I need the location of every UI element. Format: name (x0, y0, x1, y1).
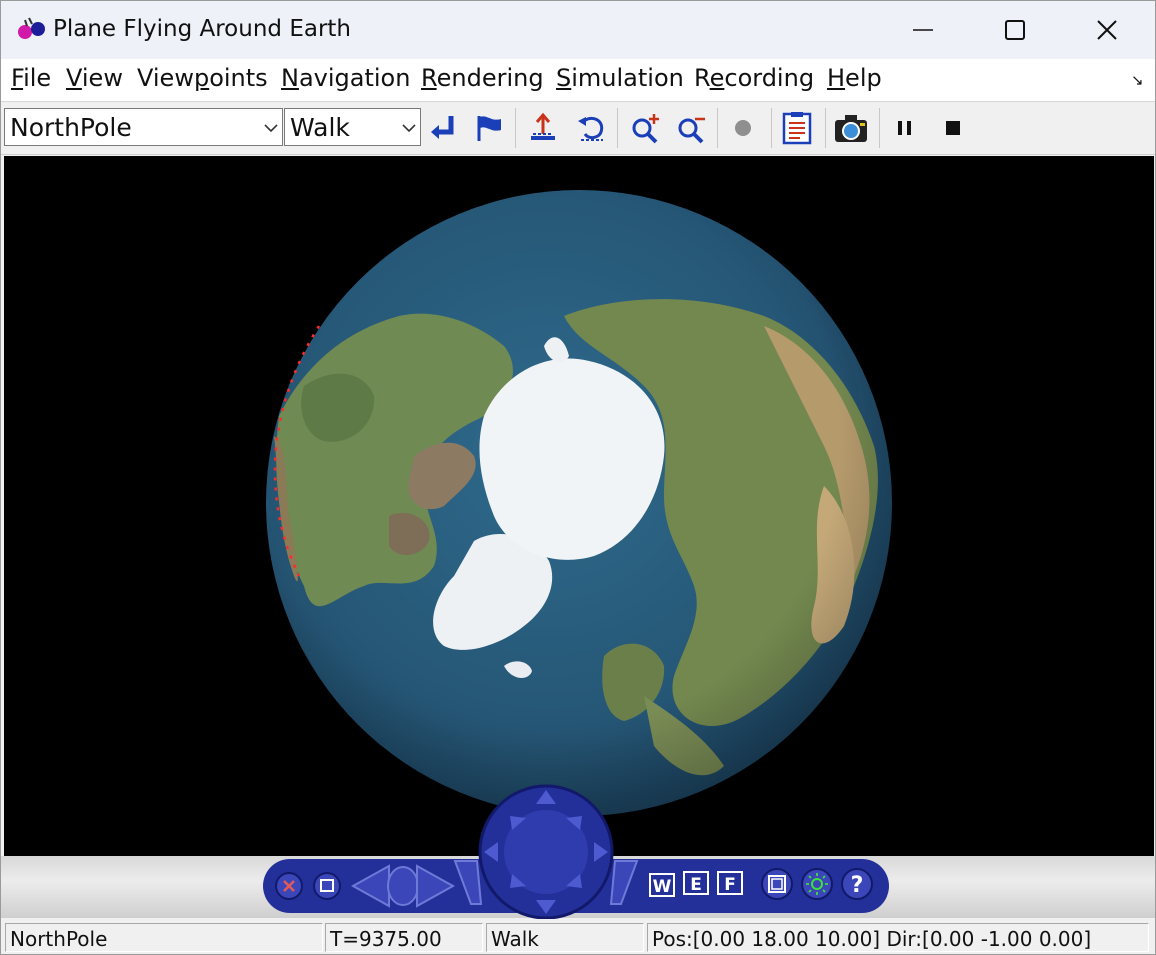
menu-simulation-label: imulation (571, 64, 684, 92)
menu-navigation-label: avigation (298, 64, 411, 92)
menu-simulation[interactable]: Simulation (556, 64, 684, 92)
chevron-down-icon (402, 124, 416, 133)
fly-mode-label: F (724, 875, 736, 895)
navigation-panel-band: W E F ? (1, 784, 1155, 920)
menu-file-accel: F (11, 64, 24, 92)
snapshot-button[interactable] (831, 108, 871, 148)
menu-view-label: iew (81, 64, 123, 92)
flag-button[interactable] (469, 108, 509, 148)
maximize-icon (1005, 20, 1025, 40)
toolbar-separator (771, 108, 772, 148)
fly-mode-button[interactable]: F (717, 871, 743, 895)
record-icon (735, 120, 751, 136)
straighten-button[interactable] (523, 108, 563, 148)
viewpoint-select-value: NorthPole (10, 113, 132, 142)
flag-icon (477, 116, 501, 141)
toolbar: NorthPole Walk (1, 101, 1155, 155)
menu-view-accel: V (66, 64, 82, 92)
menu-viewpoints[interactable]: Viewpoints (137, 64, 268, 92)
toolbar-separator (515, 108, 516, 148)
record-button[interactable] (723, 108, 763, 148)
status-bar: NorthPole T=9375.00 Walk Pos:[0.00 18.00… (1, 919, 1155, 954)
toolbar-separator (717, 108, 718, 148)
go-to-viewpoint-button[interactable] (423, 108, 463, 148)
undo-move-icon (578, 116, 604, 141)
menu-recording-label: cording (724, 64, 815, 92)
menu-recording[interactable]: Recording (694, 64, 814, 92)
stop-button[interactable] (933, 108, 973, 148)
restore-button[interactable] (571, 108, 611, 148)
toolbar-separator (879, 108, 880, 148)
minimize-button[interactable] (877, 1, 969, 59)
3d-viewport[interactable] (4, 156, 1154, 856)
menu-help[interactable]: Help (827, 64, 882, 92)
menu-rendering[interactable]: Rendering (421, 64, 544, 92)
menu-viewpoints-pre: View (137, 64, 194, 92)
examine-mode-label: E (690, 875, 702, 895)
menu-recording-pre: R (694, 64, 710, 92)
zoom-in-icon (632, 114, 659, 144)
navigation-mode-select[interactable]: Walk (284, 108, 421, 146)
straighten-icon (531, 112, 555, 140)
menu-rendering-label: endering (436, 64, 544, 92)
menu-view[interactable]: View (66, 64, 123, 92)
status-mode-text: Walk (491, 927, 539, 951)
menu-navigation-accel: N (281, 64, 299, 92)
status-time: T=9375.00 (325, 923, 483, 952)
help-label: ? (851, 873, 864, 898)
menu-bar: File View Viewpoints Navigation Renderin… (1, 59, 1155, 101)
navigation-select-value: Walk (290, 113, 350, 142)
walk-mode-button[interactable]: W (649, 873, 675, 897)
minimize-icon[interactable] (313, 872, 341, 900)
chevron-down-icon (264, 124, 278, 133)
close-button[interactable] (1061, 1, 1153, 59)
app-window: Plane Flying Around Earth File View View… (0, 0, 1156, 955)
app-logo-icon (18, 17, 45, 39)
menu-viewpoints-label: oints (209, 64, 268, 92)
walk-mode-label: W (653, 877, 672, 897)
pause-icon (898, 121, 911, 135)
zoom-in-button[interactable] (625, 108, 665, 148)
menu-help-accel: H (827, 64, 846, 92)
center-orb-icon[interactable] (387, 866, 419, 906)
status-mode: Walk (486, 923, 644, 952)
close-icon[interactable] (275, 872, 303, 900)
toolbar-separator (825, 108, 826, 148)
stop-icon (946, 121, 960, 135)
maximize-button[interactable] (969, 1, 1061, 59)
menu-simulation-accel: S (556, 64, 572, 92)
zoom-out-button[interactable] (671, 108, 711, 148)
minimize-icon (913, 29, 933, 31)
menu-viewpoints-accel: p (193, 64, 210, 92)
toolbar-separator (617, 108, 618, 148)
status-position-text: Pos:[0.00 18.00 10.00] Dir:[0.00 -1.00 0… (652, 927, 1092, 951)
menu-file[interactable]: File (11, 64, 51, 92)
zoom-out-icon (678, 117, 705, 144)
menu-recording-accel: e (709, 64, 725, 92)
console-button[interactable] (777, 108, 817, 148)
examine-mode-button[interactable]: E (683, 871, 709, 895)
status-viewpoint-text: NorthPole (10, 927, 108, 951)
status-time-text: T=9375.00 (330, 927, 442, 951)
menu-navigation[interactable]: Navigation (281, 64, 410, 92)
navigation-panel: W E F ? (263, 784, 889, 920)
earth-globe (266, 190, 892, 816)
console-icon (782, 112, 812, 145)
menu-rendering-accel: R (421, 64, 437, 92)
help-icon[interactable]: ? (841, 868, 873, 900)
go-to-viewpoint-icon (431, 116, 454, 139)
snapshot-icon (835, 115, 867, 142)
fit-view-icon[interactable] (761, 868, 793, 900)
status-viewpoint: NorthPole (5, 923, 323, 952)
title-bar[interactable]: Plane Flying Around Earth (1, 1, 1155, 59)
status-position: Pos:[0.00 18.00 10.00] Dir:[0.00 -1.00 0… (647, 923, 1149, 952)
headlight-icon[interactable] (801, 868, 833, 900)
menu-file-label: ile (23, 64, 52, 92)
close-icon (1097, 20, 1117, 40)
menu-resize-icon[interactable]: ↘ (1131, 71, 1144, 89)
window-title: Plane Flying Around Earth (53, 16, 352, 42)
viewpoint-select[interactable]: NorthPole (4, 108, 283, 146)
pause-button[interactable] (885, 108, 925, 148)
menu-help-label: elp (845, 64, 882, 92)
